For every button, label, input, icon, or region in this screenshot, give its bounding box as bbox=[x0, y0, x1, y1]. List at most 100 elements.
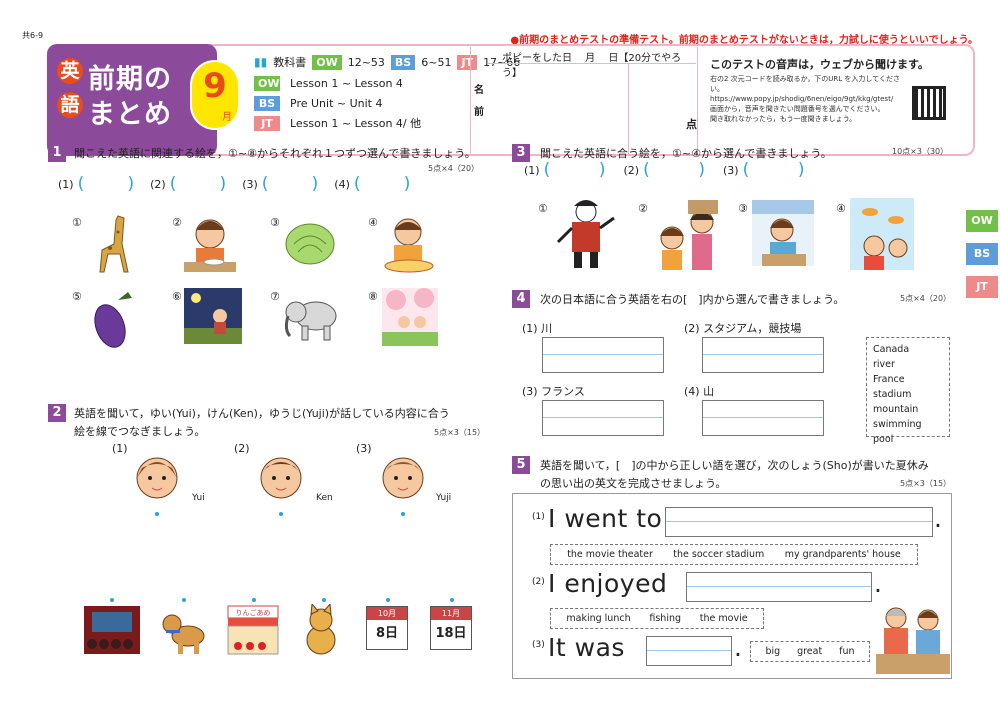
connect-dot[interactable] bbox=[155, 512, 159, 516]
answer-paren[interactable]: ( ) bbox=[262, 174, 319, 194]
choice-label: ③ bbox=[270, 216, 280, 229]
name-label: 名前 bbox=[474, 85, 484, 118]
month-number: 9 bbox=[203, 66, 227, 106]
q5-line-index: (1) bbox=[532, 512, 545, 522]
connect-dot[interactable] bbox=[252, 598, 256, 602]
girls-talking-image bbox=[660, 200, 718, 270]
web-title: このテストの音声は，ウェブから聞けます。 bbox=[710, 58, 929, 71]
answer-paren[interactable]: ( ) bbox=[78, 174, 135, 194]
web-instructions: 右の2 次元コードを読み取るか，下のURL を入力してください。 https:/… bbox=[710, 74, 910, 124]
web-line-3: 聞き取れなかったら，もう一度聞きましょう。 bbox=[710, 115, 857, 123]
connect-dot[interactable] bbox=[322, 598, 326, 602]
bank-word: Canada bbox=[873, 344, 910, 355]
calendar-day: 18日 bbox=[435, 626, 467, 641]
web-url[interactable]: https://www.popy.jp/shodig/6nen/eigo/9gt… bbox=[710, 94, 910, 104]
q5-line-text: I enjoyed bbox=[548, 569, 668, 598]
q4-item-word: フランス bbox=[541, 385, 585, 398]
option-word: fishing bbox=[649, 613, 682, 624]
person-index: (3) bbox=[356, 442, 372, 455]
q5-text-2: の思い出の英文を完成させましょう。 bbox=[540, 477, 727, 490]
q4-item-index: (1) bbox=[522, 322, 538, 335]
dog-image bbox=[162, 614, 205, 654]
q4-item: (2) スタジアム，競技場 bbox=[684, 320, 801, 336]
connect-dot[interactable] bbox=[182, 598, 186, 602]
q5-options-3: big great fun bbox=[750, 641, 870, 662]
q4-item-word: 山 bbox=[703, 385, 715, 398]
tag-ow: OW bbox=[312, 54, 342, 70]
q5-line-text: I went to bbox=[548, 504, 663, 533]
option-word: the movie theater bbox=[567, 549, 653, 560]
ken-face-icon bbox=[260, 457, 302, 499]
page-code: 共6-9 bbox=[22, 31, 44, 40]
q5-number: 5 bbox=[512, 456, 530, 474]
answer-paren[interactable]: ( ) bbox=[354, 174, 411, 194]
candy-apple-stall-image: りんごあめ bbox=[227, 605, 279, 655]
lesson-tag: JT bbox=[254, 115, 280, 131]
q5-line-index: (3) bbox=[532, 640, 545, 650]
giraffe-image bbox=[99, 215, 129, 273]
q3-answer-index: (3) bbox=[723, 163, 739, 177]
q4-answer-field[interactable] bbox=[542, 400, 664, 436]
choice-label: ④ bbox=[836, 202, 846, 215]
choice-label: ③ bbox=[738, 202, 748, 215]
q5-answer-field[interactable] bbox=[665, 507, 933, 537]
q4-item-index: (3) bbox=[522, 385, 538, 398]
side-tab-ow: OW bbox=[966, 210, 998, 232]
calendar-november-icon: 11月 18日 bbox=[430, 606, 472, 650]
answer-paren[interactable]: ( ) bbox=[544, 160, 606, 180]
option-word: my grandparents' house bbox=[784, 549, 901, 560]
choice-label: ⑤ bbox=[72, 290, 82, 303]
q5-answer-field[interactable] bbox=[646, 636, 732, 666]
choice-label: ⑦ bbox=[270, 290, 280, 303]
q4-item: (1) 川 bbox=[522, 320, 552, 336]
score-field[interactable] bbox=[628, 64, 698, 154]
web-line-2: 画面から，音声を聞きたい問題番号を選んでください。 bbox=[710, 105, 885, 113]
connect-dot[interactable] bbox=[450, 598, 454, 602]
option-word: making lunch bbox=[566, 613, 631, 624]
choice-label: ① bbox=[538, 202, 548, 215]
choice-label: ② bbox=[172, 216, 182, 229]
calendar-month: 11月 bbox=[431, 607, 471, 620]
connect-dot[interactable] bbox=[110, 598, 114, 602]
connect-dot[interactable] bbox=[401, 512, 405, 516]
q5-answer-field[interactable] bbox=[686, 572, 872, 602]
aquarium-image bbox=[850, 198, 914, 270]
q1-text: 聞こえた英語に関連する絵を，①~⑧からそれぞれ１つずつ選んで書きましょう。 bbox=[74, 147, 476, 160]
yui-face-icon bbox=[136, 457, 178, 499]
qr-code-icon[interactable] bbox=[912, 86, 946, 120]
answer-paren[interactable]: ( ) bbox=[170, 174, 227, 194]
connect-dot[interactable] bbox=[386, 598, 390, 602]
side-tab-jt: JT bbox=[966, 276, 998, 298]
connect-dot[interactable] bbox=[279, 512, 283, 516]
q5-options-2: making lunch fishing the movie bbox=[550, 608, 764, 629]
bank-word: river bbox=[873, 359, 895, 370]
person-name: Yuji bbox=[436, 493, 452, 503]
q4-answer-field[interactable] bbox=[542, 337, 664, 373]
q5-options-1: the movie theater the soccer stadium my … bbox=[550, 544, 918, 565]
person-index: (2) bbox=[234, 442, 250, 455]
choice-label: ⑥ bbox=[172, 290, 182, 303]
eggplant-image bbox=[94, 292, 132, 348]
q3-answer-row: (1)( ) (2)( ) (3)( ) bbox=[524, 160, 805, 180]
answer-paren[interactable]: ( ) bbox=[743, 160, 805, 180]
answer-paren[interactable]: ( ) bbox=[643, 160, 705, 180]
tag-bs: BS bbox=[390, 54, 416, 70]
q4-item-index: (4) bbox=[684, 385, 700, 398]
elephant-image bbox=[284, 301, 337, 341]
q4-answer-field[interactable] bbox=[702, 400, 824, 436]
q4-points: 5点×4（20） bbox=[900, 294, 952, 303]
choice-label: ② bbox=[638, 202, 648, 215]
cooking-scene-image bbox=[876, 607, 950, 674]
person-index: (1) bbox=[112, 442, 128, 455]
q4-item-word: スタジアム，競技場 bbox=[703, 322, 802, 335]
lesson-tag: OW bbox=[254, 75, 280, 91]
name-field[interactable] bbox=[490, 66, 626, 152]
q1-answer-index: (4) bbox=[334, 177, 350, 191]
calendar-month: 10月 bbox=[367, 607, 407, 620]
side-tab-bs: BS bbox=[966, 243, 998, 265]
yuji-face-icon bbox=[382, 457, 424, 499]
q4-item: (3) フランス bbox=[522, 383, 585, 399]
q4-answer-field[interactable] bbox=[702, 337, 824, 373]
night-park-image bbox=[184, 288, 242, 344]
person-name: Yui bbox=[192, 493, 205, 503]
